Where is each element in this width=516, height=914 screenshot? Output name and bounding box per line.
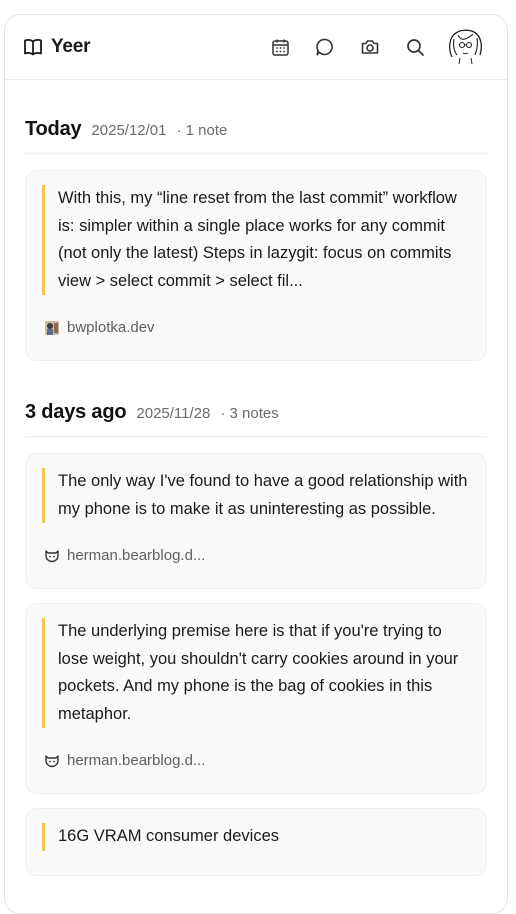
note-source[interactable]: herman.bearblog.d... xyxy=(44,547,470,564)
source-domain: herman.bearblog.d... xyxy=(67,752,206,769)
search-button[interactable] xyxy=(402,34,428,60)
app-window: Yeer Today 2025/12/01 · 1 note With this… xyxy=(4,14,508,914)
source-domain: bwplotka.dev xyxy=(67,319,155,336)
top-bar: Yeer xyxy=(5,15,507,80)
chat-button[interactable] xyxy=(312,34,338,60)
section-header: Today 2025/12/01 · 1 note xyxy=(25,80,487,154)
note-source[interactable]: bwplotka.dev xyxy=(44,319,470,336)
note-card[interactable]: 16G VRAM consumer devices xyxy=(25,808,487,876)
note-card[interactable]: The underlying premise here is that if y… xyxy=(25,603,487,794)
note-quote: The only way I've found to have a good r… xyxy=(42,468,470,523)
section-date: 2025/11/28 xyxy=(136,405,211,422)
section-title: 3 days ago xyxy=(25,401,127,423)
source-domain: herman.bearblog.d... xyxy=(67,547,206,564)
note-quote: With this, my “line reset from the last … xyxy=(42,185,470,295)
avatar-sketch-icon xyxy=(449,29,482,65)
note-quote: The underlying premise here is that if y… xyxy=(42,618,470,728)
brand[interactable]: Yeer xyxy=(23,36,91,58)
bear-favicon-icon xyxy=(45,549,59,562)
note-card[interactable]: The only way I've found to have a good r… xyxy=(25,453,487,589)
section-header: 3 days ago 2025/11/28 · 3 notes xyxy=(25,375,487,437)
camera-button[interactable] xyxy=(357,34,383,60)
search-icon xyxy=(406,38,424,56)
app-title: Yeer xyxy=(51,36,91,57)
calendar-button[interactable] xyxy=(267,34,293,60)
notes-feed: Today 2025/12/01 · 1 note With this, my … xyxy=(5,80,507,876)
section-date: 2025/12/01 xyxy=(91,122,167,139)
avatar[interactable] xyxy=(443,25,487,69)
book-icon xyxy=(24,39,42,56)
camera-icon xyxy=(361,40,379,54)
calendar-icon xyxy=(271,39,289,56)
bear-favicon-icon xyxy=(45,754,59,767)
note-quote: 16G VRAM consumer devices xyxy=(42,823,470,851)
section-count: · 1 note xyxy=(176,122,228,139)
note-source[interactable]: herman.bearblog.d... xyxy=(44,752,470,769)
section-count: · 3 notes xyxy=(220,405,279,422)
chat-icon xyxy=(316,38,333,56)
favicon-icon xyxy=(45,320,59,335)
note-card[interactable]: With this, my “line reset from the last … xyxy=(25,170,487,361)
section-title: Today xyxy=(25,118,82,140)
